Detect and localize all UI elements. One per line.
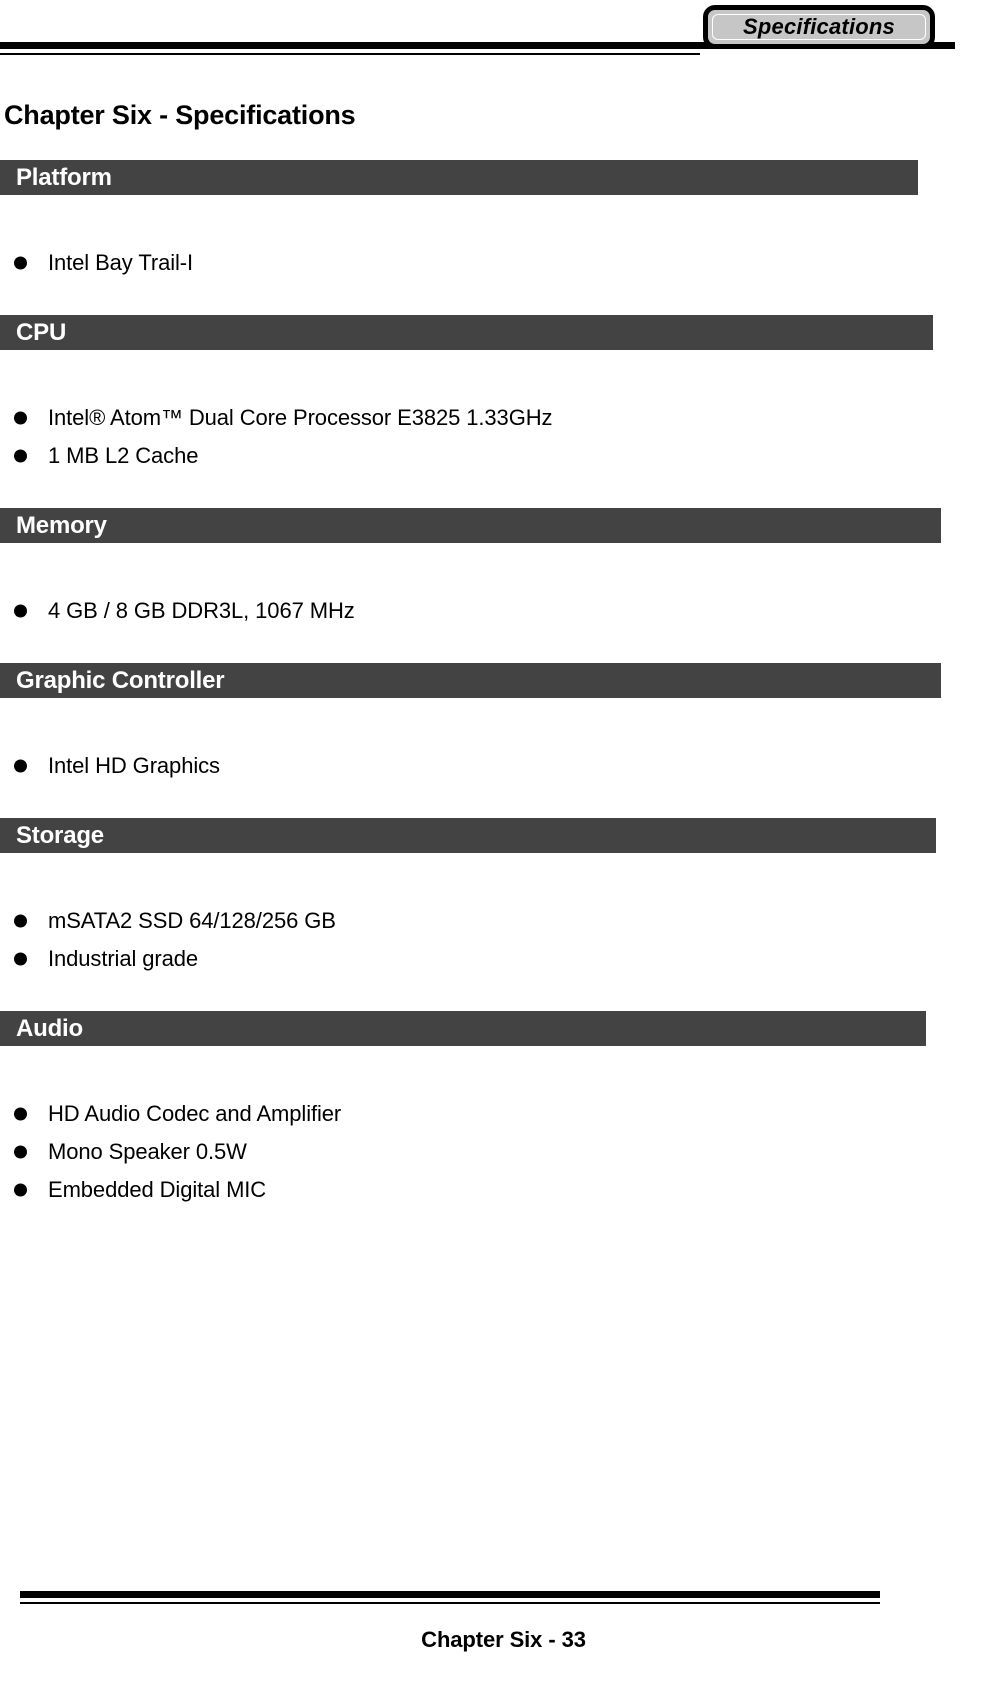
list-item: Intel Bay Trail-I: [0, 244, 1007, 282]
specifications-content: Platform Intel Bay Trail-I CPU Intel® Atom™…: [0, 160, 1007, 1209]
spec-item-text: 4 GB / 8 GB DDR3L, 1067 MHz: [48, 598, 355, 623]
spec-item-text: Intel® Atom™ Dual Core Processor E3825 1…: [48, 405, 553, 430]
section-header-bar: Platform: [0, 160, 918, 195]
spec-item-text: Industrial grade: [48, 946, 199, 971]
spec-section-platform: Platform Intel Bay Trail-I: [0, 160, 1007, 282]
header-rule-thin: [0, 53, 700, 55]
section-header-bar: CPU: [0, 315, 933, 350]
chapter-tab-label: Specifications: [743, 14, 895, 39]
bullet-point-icon: [14, 411, 27, 425]
spec-bullet-list: Intel HD Graphics: [0, 747, 1007, 785]
section-header-bar: Audio: [0, 1011, 926, 1046]
bullet-point-icon: [14, 914, 27, 928]
list-item: Mono Speaker 0.5W: [0, 1133, 1007, 1171]
page-title: Chapter Six - Specifications: [4, 100, 356, 131]
bullet-point-icon: [14, 759, 27, 773]
spec-item-text: Embedded Digital MIC: [48, 1177, 267, 1202]
section-header-bar: Memory: [0, 508, 941, 543]
bullet-point-icon: [14, 1145, 27, 1159]
spec-bullet-list: mSATA2 SSD 64/128/256 GB Industrial grade: [0, 902, 1007, 978]
section-title: Audio: [16, 1014, 83, 1042]
spec-bullet-list: Intel® Atom™ Dual Core Processor E3825 1…: [0, 399, 1007, 475]
section-title: CPU: [16, 318, 67, 346]
list-item: 4 GB / 8 GB DDR3L, 1067 MHz: [0, 592, 1007, 630]
section-title: Platform: [16, 163, 112, 191]
footer-rule-thick: [20, 1591, 880, 1598]
spec-item-text: Mono Speaker 0.5W: [48, 1139, 247, 1164]
section-title: Graphic Controller: [16, 666, 225, 694]
spec-section-audio: Audio HD Audio Codec and Amplifier Mono Sp…: [0, 1011, 1007, 1209]
spec-section-graphic-controller: Graphic Controller Intel HD Graphics: [0, 663, 1007, 785]
spec-section-cpu: CPU Intel® Atom™ Dual Core Processor E382…: [0, 315, 1007, 475]
bullet-point-icon: [14, 256, 27, 270]
section-header-bar: Storage: [0, 818, 936, 853]
document-page: Specifications Chapter Six - Specificati…: [0, 0, 1007, 1681]
page-number-label: Chapter Six - 33: [421, 1627, 586, 1652]
spec-bullet-list: Intel Bay Trail-I: [0, 244, 1007, 282]
section-title: Memory: [16, 511, 107, 539]
list-item: HD Audio Codec and Amplifier: [0, 1095, 1007, 1133]
list-item: Intel HD Graphics: [0, 747, 1007, 785]
page-footer: Chapter Six - 33: [0, 1571, 1007, 1681]
footer-rule-thin: [20, 1602, 880, 1604]
section-header-bar: Graphic Controller: [0, 663, 941, 698]
list-item: Intel® Atom™ Dual Core Processor E3825 1…: [0, 399, 1007, 437]
bullet-point-icon: [14, 604, 27, 618]
section-title: Storage: [16, 821, 104, 849]
bullet-point-icon: [14, 1183, 27, 1197]
list-item: mSATA2 SSD 64/128/256 GB: [0, 902, 1007, 940]
spec-item-text: 1 MB L2 Cache: [48, 443, 199, 468]
spec-section-memory: Memory 4 GB / 8 GB DDR3L, 1067 MHz: [0, 508, 1007, 630]
bullet-point-icon: [14, 1107, 27, 1121]
bullet-point-icon: [14, 952, 27, 966]
list-item: 1 MB L2 Cache: [0, 437, 1007, 475]
spec-item-text: mSATA2 SSD 64/128/256 GB: [48, 908, 336, 933]
chapter-tab: Specifications: [703, 5, 935, 49]
spec-bullet-list: HD Audio Codec and Amplifier Mono Speaker…: [0, 1095, 1007, 1209]
bullet-point-icon: [14, 449, 27, 463]
header-rule-thick: [0, 42, 700, 49]
page-header: Specifications: [0, 0, 1007, 72]
spec-item-text: Intel HD Graphics: [48, 753, 220, 778]
list-item: Industrial grade: [0, 940, 1007, 978]
spec-bullet-list: 4 GB / 8 GB DDR3L, 1067 MHz: [0, 592, 1007, 630]
spec-item-text: HD Audio Codec and Amplifier: [48, 1101, 342, 1126]
spec-section-storage: Storage mSATA2 SSD 64/128/256 GB Industria…: [0, 818, 1007, 978]
spec-item-text: Intel Bay Trail-I: [48, 250, 194, 275]
list-item: Embedded Digital MIC: [0, 1171, 1007, 1209]
